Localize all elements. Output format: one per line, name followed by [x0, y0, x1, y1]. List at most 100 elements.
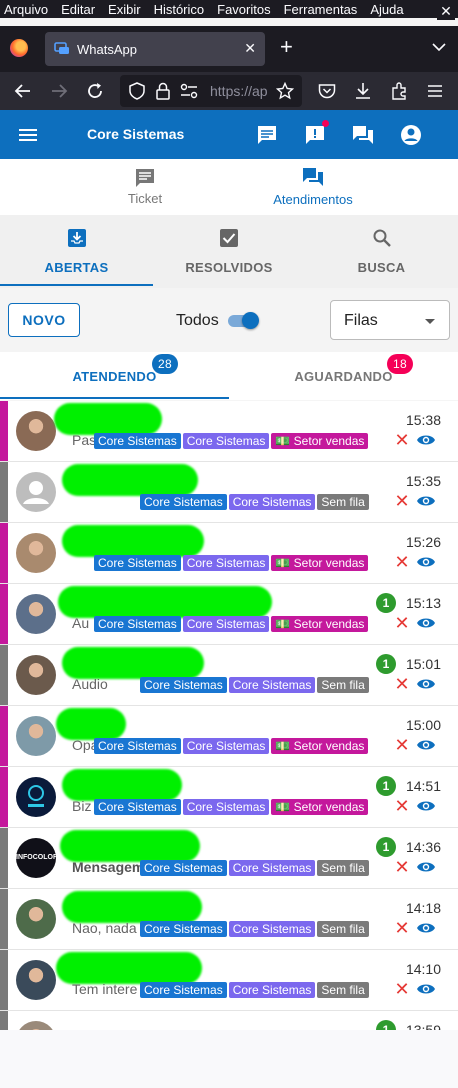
close-ticket-icon[interactable]: ✕ [394, 736, 410, 754]
queue-color-bar [0, 828, 8, 888]
tab-close-icon[interactable]: ✕ [244, 40, 256, 57]
tab-atendimentos[interactable]: Atendimentos [255, 159, 371, 215]
ticket-row[interactable]: 15:38 Pas Core Sistemas Core Sistemas 💵 Seto… [0, 401, 458, 462]
ticket-time: 14:36 [405, 839, 441, 855]
tab-atendendo[interactable]: ATENDENDO 28 [0, 352, 229, 400]
queue-tag: 💵 Setor vendas [271, 799, 369, 815]
back-arrow-icon[interactable] [12, 80, 34, 102]
default-avatar-icon[interactable] [16, 472, 56, 512]
new-ticket-button[interactable]: NOVO [8, 303, 80, 337]
menu-arquivo[interactable]: Arquivo [4, 2, 48, 17]
queue-color-bar [0, 1011, 8, 1030]
pocket-icon[interactable] [316, 80, 338, 102]
close-ticket-icon[interactable]: ✕ [394, 553, 410, 571]
url-bar[interactable]: https://ap [120, 75, 302, 107]
ticket-row[interactable]: 14:51 1 Biz Core Sistemas Core Sistemas 💵 Set… [0, 767, 458, 828]
close-ticket-icon[interactable]: ✕ [394, 797, 410, 815]
tab-busca-label: BUSCA [357, 260, 406, 275]
company-tag: Core Sistemas [228, 982, 316, 998]
ticket-row[interactable]: INFOCOLOR 14:36 1 Mensagem Core Sistemas Core… [0, 828, 458, 889]
ticket-row[interactable]: 15:01 1 Audio Core Sistemas Core Sistemas Sem… [0, 645, 458, 706]
forward-arrow-icon[interactable] [48, 80, 70, 102]
tab-resolvidos[interactable]: RESOLVIDOS [153, 215, 305, 288]
chevron-down-icon[interactable] [432, 40, 446, 54]
contact-avatar[interactable] [16, 777, 56, 817]
close-ticket-icon[interactable]: ✕ [394, 431, 410, 449]
menu-favoritos[interactable]: Favoritos [217, 2, 270, 17]
show-all-label: Todos [176, 312, 219, 329]
ticket-tags: Core Sistemas Core Sistemas Sem fila [140, 494, 371, 510]
view-ticket-eye-icon[interactable] [416, 981, 436, 997]
contact-avatar[interactable]: INFOCOLOR [16, 838, 56, 878]
reload-icon[interactable] [84, 80, 106, 102]
view-ticket-eye-icon[interactable] [416, 615, 436, 631]
ticket-row[interactable]: 15:00 Opa Core Sistemas Core Sistemas 💵 Seto… [0, 706, 458, 767]
contact-avatar[interactable] [16, 655, 56, 695]
app-title: Core Sistemas [87, 126, 185, 142]
close-ticket-icon[interactable]: ✕ [394, 980, 410, 998]
close-ticket-icon[interactable]: ✕ [394, 858, 410, 876]
view-ticket-eye-icon[interactable] [416, 859, 436, 875]
menu-ferramentas[interactable]: Ferramentas [284, 2, 358, 17]
contact-avatar[interactable] [16, 960, 56, 1000]
contact-avatar[interactable] [16, 716, 56, 756]
ticket-row[interactable]: 14:18 Nao, nada Core Sistemas Core Sistemas… [0, 889, 458, 950]
view-ticket-eye-icon[interactable] [416, 432, 436, 448]
atendendo-count-badge: 28 [152, 354, 178, 374]
view-ticket-eye-icon[interactable] [416, 676, 436, 692]
tab-ticket[interactable]: Ticket [105, 159, 185, 215]
view-ticket-eye-icon[interactable] [416, 920, 436, 936]
contact-name-redacted [62, 525, 204, 557]
ticket-row[interactable]: 15:13 1 Au Core Sistemas Core Sistemas 💵 Seto… [0, 584, 458, 645]
notification-dot [322, 120, 329, 127]
view-ticket-eye-icon[interactable] [416, 737, 436, 753]
menu-exibir[interactable]: Exibir [108, 2, 141, 17]
status-tab-indicator [0, 284, 153, 286]
close-ticket-icon[interactable]: ✕ [394, 675, 410, 693]
firefox-logo-icon[interactable] [10, 39, 28, 57]
contact-avatar[interactable] [16, 1021, 56, 1030]
hamburger-menu-icon[interactable] [424, 80, 446, 102]
menu-ajuda[interactable]: Ajuda [370, 2, 403, 17]
contact-avatar[interactable] [16, 533, 56, 573]
download-icon[interactable] [352, 80, 374, 102]
connection-tag: Core Sistemas [94, 433, 181, 449]
close-ticket-icon[interactable]: ✕ [394, 919, 410, 937]
tab-busca[interactable]: BUSCA [305, 215, 458, 288]
permissions-icon[interactable] [178, 80, 200, 102]
view-ticket-eye-icon[interactable] [416, 554, 436, 570]
tab-abertas[interactable]: ABERTAS [0, 215, 153, 288]
bookmark-star-icon[interactable] [274, 80, 296, 102]
menu-editar[interactable]: Editar [61, 2, 95, 17]
ticket-row[interactable]: 15:26 Core Sistemas Core Sistemas 💵 Setor v… [0, 523, 458, 584]
tab-abertas-label: ABERTAS [44, 260, 109, 275]
view-ticket-eye-icon[interactable] [416, 493, 436, 509]
no-queue-tag: Sem fila [317, 921, 369, 937]
extensions-icon[interactable] [388, 80, 410, 102]
close-ticket-icon[interactable]: ✕ [394, 492, 410, 510]
contact-avatar[interactable] [16, 899, 56, 939]
menu-historico[interactable]: Histórico [154, 2, 205, 17]
ticket-row[interactable]: 14:10 Tem intere Core Sistemas Core Sistema… [0, 950, 458, 1011]
browser-tab-whatsapp[interactable]: WhatsApp ✕ [45, 32, 265, 66]
queue-select[interactable]: Filas [330, 300, 450, 340]
window-close-icon[interactable]: ✕ [437, 2, 455, 20]
account-icon[interactable] [399, 123, 423, 147]
menu-icon[interactable] [16, 123, 40, 147]
contact-avatar[interactable] [16, 594, 56, 634]
close-ticket-icon[interactable]: ✕ [394, 614, 410, 632]
shield-icon[interactable] [126, 80, 148, 102]
tab-aguardando[interactable]: AGUARDANDO 18 [229, 352, 458, 400]
queue-color-bar [0, 523, 8, 583]
no-queue-tag: Sem fila [317, 982, 369, 998]
no-queue-tag: Sem fila [317, 860, 369, 876]
view-ticket-eye-icon[interactable] [416, 798, 436, 814]
ticket-row[interactable]: 13:591851918661995 [0, 1011, 458, 1030]
new-tab-icon[interactable]: + [280, 36, 293, 58]
contact-avatar[interactable] [16, 411, 56, 451]
forum-icon[interactable] [351, 123, 375, 147]
show-all-toggle[interactable] [228, 312, 260, 329]
ticket-row[interactable]: 15:35 Core Sistemas Core Sistemas Sem fila ✕ [0, 462, 458, 523]
lock-icon[interactable] [152, 80, 174, 102]
message-icon[interactable] [255, 123, 279, 147]
